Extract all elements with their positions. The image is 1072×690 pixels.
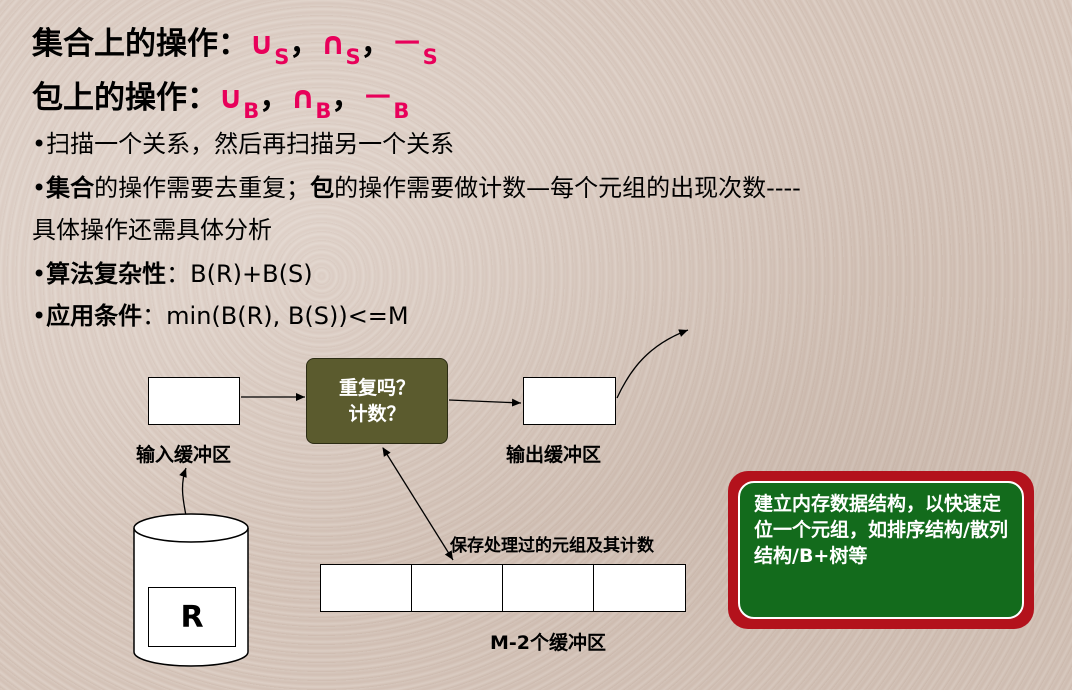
slide: 集合上的操作：∪S，∩S，－S 包上的操作：∪B，∩B，－B •扫描一个关系，然… [0,0,1072,690]
note-text: 建立内存数据结构，以快速定位一个元组，如排序结构/散列结构/B+树等 [738,481,1024,619]
output-buffer-label: 输出缓冲区 [506,444,602,466]
note-callout: 建立内存数据结构，以快速定位一个元组，如排序结构/散列结构/B+树等 [728,471,1034,629]
relation-label: R [180,599,204,635]
process-question-count: 计数？ [348,403,406,425]
process-box: 重复吗？ 计数？ [306,358,448,444]
process-question-duplicate: 重复吗？ [338,377,415,399]
output-exit-arrow [616,329,689,399]
saved-tuples-label: 保存处理过的元组及其计数 [450,536,654,556]
m2-buffers-label: M-2个缓冲区 [490,632,607,654]
process-to-output-arrow [448,398,522,407]
memory-buffer-3 [502,564,594,612]
memory-buffer-4 [593,564,686,612]
output-buffer-box [523,377,616,425]
memory-buffer-2 [411,564,503,612]
input-buffer-box [148,377,240,425]
input-buffer-label: 输入缓冲区 [136,444,232,466]
process-buffers-double-arrow [382,447,454,561]
memory-buffer-1 [320,564,412,612]
